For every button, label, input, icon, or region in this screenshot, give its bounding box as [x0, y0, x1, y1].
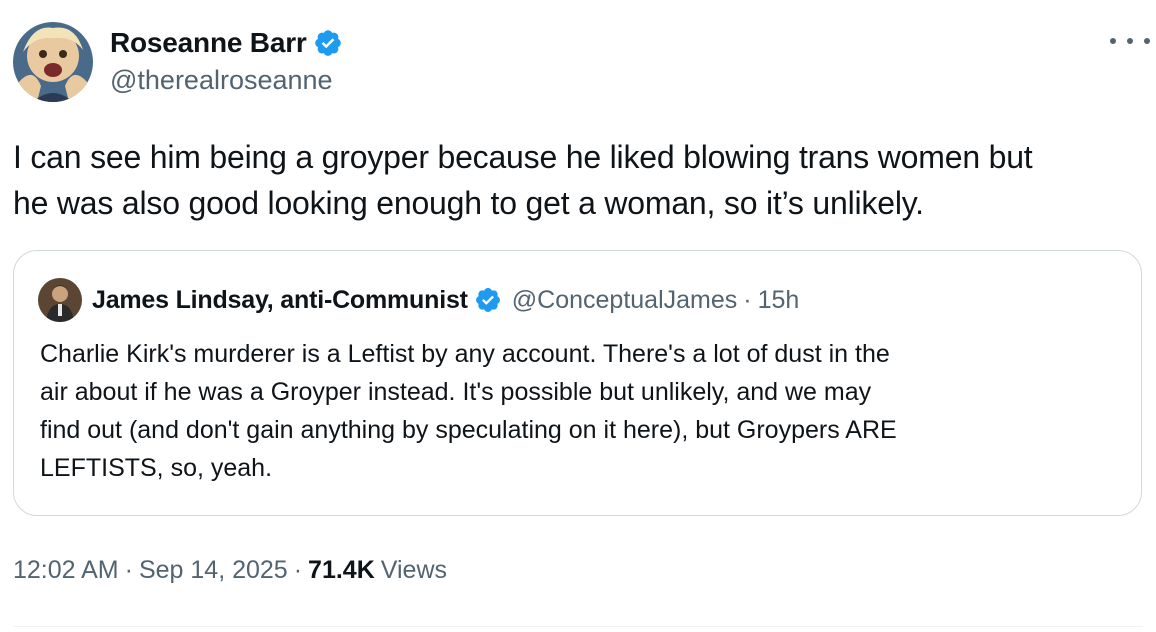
dot-icon — [1144, 38, 1150, 44]
views-label: Views — [380, 556, 448, 584]
quoted-timestamp: 15h — [757, 285, 800, 314]
quoted-tweet-card[interactable]: James Lindsay, anti-Communist @Conceptua… — [13, 250, 1142, 516]
quoted-author-handle: @ConceptualJames — [511, 285, 738, 314]
quoted-separator: · — [743, 285, 752, 314]
verified-badge-icon[interactable] — [313, 28, 343, 58]
tweet-text: I can see him being a groyper because he… — [13, 134, 1143, 226]
meta-separator: · — [293, 556, 303, 584]
more-options-ellipsis-icon[interactable] — [1110, 26, 1150, 56]
author-name-row: Roseanne Barr — [110, 24, 343, 62]
quoted-author-avatar — [38, 278, 82, 322]
divider — [13, 626, 1143, 627]
tweet-text-line: I can see him being a groyper because he… — [13, 139, 1033, 175]
quoted-text-line: air about if he was a Groyper instead. I… — [40, 378, 872, 406]
author-avatar[interactable] — [13, 22, 93, 102]
tweet-text-line: he was also good looking enough to get a… — [13, 185, 924, 221]
quoted-avatar-image — [38, 278, 82, 322]
quoted-author-name: James Lindsay, anti-Communist — [92, 285, 468, 314]
quoted-text-line: Charlie Kirk's murderer is a Leftist by … — [40, 340, 890, 368]
avatar-image — [13, 22, 93, 102]
quoted-text-line: find out (and don't gain anything by spe… — [40, 416, 897, 444]
quoted-tweet-text: Charlie Kirk's murderer is a Leftist by … — [40, 335, 1120, 487]
author-display-name[interactable]: Roseanne Barr — [110, 27, 307, 59]
meta-separator: · — [124, 556, 133, 584]
dot-icon — [1110, 38, 1116, 44]
quoted-tweet-header: James Lindsay, anti-Communist @Conceptua… — [38, 278, 800, 322]
author-handle[interactable]: @therealroseanne — [110, 65, 343, 96]
tweet-time-link[interactable]: 12:02 AM — [13, 556, 119, 585]
tweet-metadata: 12:02 AM · Sep 14, 2025 · 71.4K Views — [13, 556, 447, 585]
quoted-verified-badge-icon — [474, 286, 502, 314]
views-count[interactable]: 71.4K — [308, 556, 375, 585]
tweet: Roseanne Barr @therealroseanne I can see… — [0, 0, 1156, 632]
author-block: Roseanne Barr @therealroseanne — [110, 24, 343, 96]
quoted-text-line: LEFTISTS, so, yeah. — [40, 454, 273, 482]
dot-icon — [1127, 38, 1133, 44]
tweet-date-link[interactable]: Sep 14, 2025 — [139, 556, 288, 585]
